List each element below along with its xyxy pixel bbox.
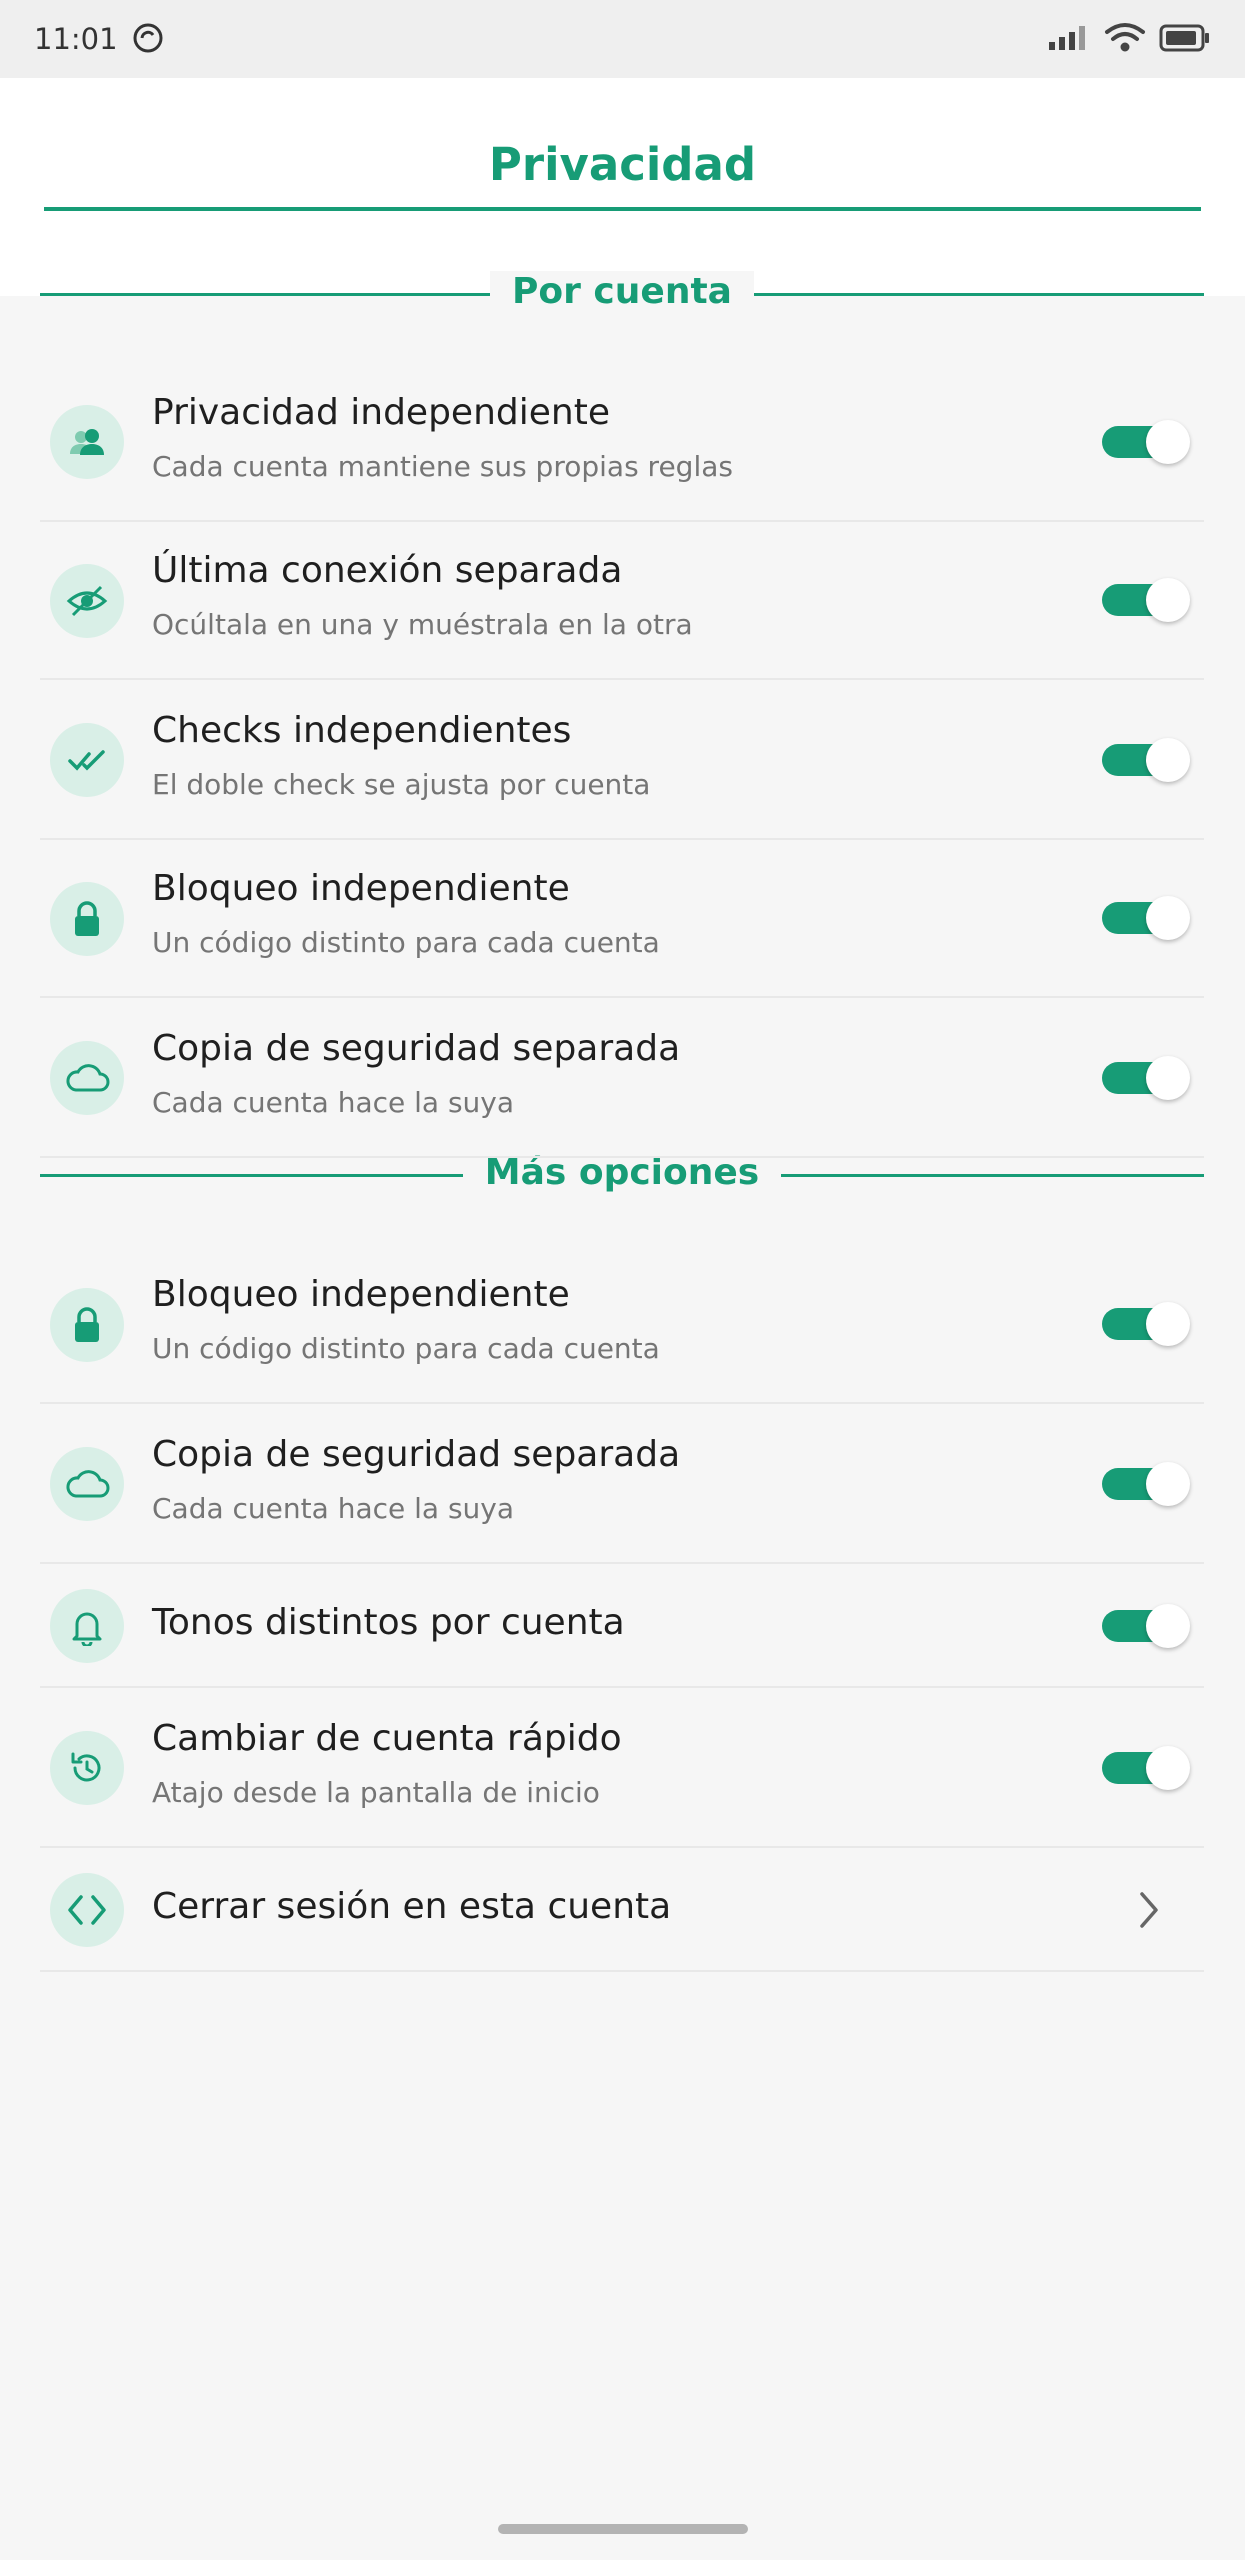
toggle-switch[interactable] (1102, 1302, 1190, 1346)
toggle-switch[interactable] (1102, 1604, 1190, 1648)
section-label: Por cuenta (490, 271, 754, 312)
setting-subtitle: Un código distinto para cada cuenta (152, 926, 660, 959)
status-bar: 11:01 (0, 0, 1245, 78)
toggle-switch[interactable] (1102, 420, 1190, 464)
setting-title: Tonos distintos por cuenta (152, 1602, 625, 1643)
setting-title: Checks independientes (152, 710, 572, 751)
setting-title: Privacidad independiente (152, 392, 610, 433)
cloud-icon (50, 1041, 124, 1115)
toggle-switch[interactable] (1102, 896, 1190, 940)
setting-subtitle: El doble check se ajusta por cuenta (152, 768, 651, 801)
setting-row-bloqueo-2[interactable]: Bloqueo independiente Un código distinto… (40, 1246, 1204, 1404)
history-icon (50, 1731, 124, 1805)
setting-row-copia-seguridad-2[interactable]: Copia de seguridad separada Cada cuenta … (40, 1404, 1204, 1564)
signal-icon (1049, 26, 1085, 50)
setting-row-cambiar-cuenta[interactable]: Cambiar de cuenta rápido Atajo desde la … (40, 1688, 1204, 1848)
setting-row-privacidad-independiente[interactable]: Privacidad independiente Cada cuenta man… (40, 362, 1204, 522)
chevron-right-icon[interactable] (1134, 1888, 1164, 1932)
section-header-por-cuenta: Por cuenta (40, 265, 1204, 325)
battery-icon (1159, 24, 1209, 52)
page-title: Privacidad (488, 138, 757, 191)
lock-icon (50, 882, 124, 956)
setting-subtitle: Cada cuenta hace la suya (152, 1086, 515, 1119)
setting-row-checks[interactable]: Checks independientes El doble check se … (40, 680, 1204, 840)
status-time: 11:01 (34, 22, 118, 56)
toggle-switch[interactable] (1102, 738, 1190, 782)
setting-title: Copia de seguridad separada (152, 1434, 681, 1475)
setting-subtitle: Cada cuenta hace la suya (152, 1492, 515, 1525)
toggle-switch[interactable] (1102, 1746, 1190, 1790)
setting-title: Última conexión separada (152, 550, 623, 591)
people-icon (50, 405, 124, 479)
setting-row-cerrar-sesion[interactable]: Cerrar sesión en esta cuenta (40, 1848, 1204, 1972)
section-label: Más opciones (462, 1152, 782, 1193)
setting-subtitle: Cada cuenta mantiene sus propias reglas (152, 450, 733, 483)
cloud-icon (50, 1447, 124, 1521)
setting-title: Cerrar sesión en esta cuenta (152, 1886, 672, 1927)
title-underline (44, 207, 1201, 211)
setting-row-ultima-conexion[interactable]: Última conexión separada Ocúltala en una… (40, 522, 1204, 680)
bell-icon (50, 1589, 124, 1663)
lock-icon (50, 1288, 124, 1362)
setting-subtitle: Atajo desde la pantalla de inicio (152, 1776, 600, 1809)
toggle-switch[interactable] (1102, 1056, 1190, 1100)
toggle-switch[interactable] (1102, 1462, 1190, 1506)
setting-title: Bloqueo independiente (152, 868, 570, 909)
setting-row-tonos[interactable]: Tonos distintos por cuenta (40, 1564, 1204, 1688)
wifi-icon (1105, 23, 1145, 52)
setting-title: Copia de seguridad separada (152, 1028, 681, 1069)
sync-icon (133, 23, 163, 53)
setting-row-bloqueo[interactable]: Bloqueo independiente Un código distinto… (40, 840, 1204, 998)
setting-subtitle: Un código distinto para cada cuenta (152, 1332, 660, 1365)
toggle-switch[interactable] (1102, 578, 1190, 622)
setting-row-copia-seguridad[interactable]: Copia de seguridad separada Cada cuenta … (40, 998, 1204, 1158)
setting-title: Cambiar de cuenta rápido (152, 1718, 622, 1759)
status-icons (1049, 23, 1209, 52)
home-indicator[interactable] (498, 2524, 748, 2534)
eye-off-icon (50, 564, 124, 638)
setting-title: Bloqueo independiente (152, 1274, 570, 1315)
double-check-icon (50, 723, 124, 797)
code-icon (50, 1873, 124, 1947)
setting-subtitle: Ocúltala en una y muéstrala en la otra (152, 608, 693, 641)
